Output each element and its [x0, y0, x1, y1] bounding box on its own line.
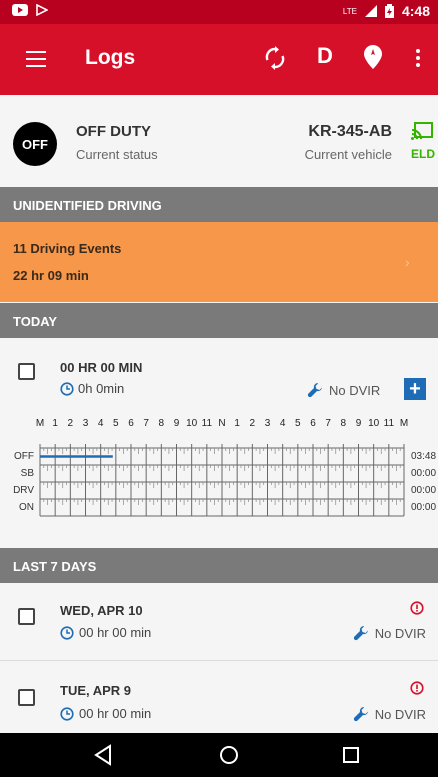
day-checkbox[interactable] — [18, 608, 35, 625]
system-nav-bar — [0, 733, 438, 777]
page-title: Logs — [85, 46, 136, 69]
wrench-icon — [307, 383, 322, 398]
chevron-right-icon: › — [405, 254, 410, 270]
wrench-icon — [353, 626, 368, 641]
recents-icon[interactable] — [341, 744, 361, 766]
play-notification-icon — [36, 4, 48, 16]
unidentified-driving-header: UNIDENTIFIED DRIVING — [0, 187, 438, 222]
wrench-icon — [353, 707, 368, 722]
day-duration: 00 hr 00 min — [79, 625, 152, 640]
violation-warning-icon[interactable] — [410, 681, 424, 695]
day-dvir-status[interactable]: No DVIR — [353, 625, 426, 641]
more-options-icon[interactable] — [416, 49, 422, 70]
day-dvir-status[interactable]: No DVIR — [353, 706, 426, 722]
violation-warning-icon[interactable] — [410, 601, 424, 615]
day-dvir-label: No DVIR — [374, 625, 426, 641]
network-lte-icon: LTE — [342, 6, 357, 16]
location-pin-icon[interactable] — [364, 45, 382, 69]
today-checkbox[interactable] — [18, 363, 35, 380]
clock-time: 4:48 — [401, 3, 430, 19]
sync-icon[interactable] — [264, 46, 286, 70]
day-date: WED, APR 10 — [60, 603, 143, 618]
current-status-label: Current status — [76, 147, 158, 162]
log-grid — [39, 444, 405, 517]
last-7-days-header: LAST 7 DAYS — [0, 548, 438, 583]
clock-icon — [60, 625, 74, 640]
hamburger-menu-icon[interactable] — [26, 51, 46, 67]
today-dvir-status[interactable]: No DVIR — [307, 382, 380, 398]
day-log-item[interactable]: WED, APR 10 00 hr 00 min No DVIR — [0, 584, 438, 660]
day-checkbox[interactable] — [18, 689, 35, 706]
today-clock-text: 0h 0min — [78, 381, 125, 396]
current-status-title: OFF DUTY — [76, 123, 151, 140]
duty-status-badge[interactable]: OFF — [13, 122, 57, 166]
day-duration: 00 hr 00 min — [79, 706, 152, 721]
current-vehicle-id[interactable]: KR-345-AB — [308, 123, 392, 141]
add-dvir-button[interactable]: + — [404, 378, 426, 400]
back-icon[interactable] — [93, 744, 113, 766]
eld-connected-icon[interactable] — [411, 122, 433, 140]
current-vehicle-label: Current vehicle — [304, 147, 392, 162]
clock-icon — [60, 381, 74, 396]
today-dvir-label: No DVIR — [329, 382, 381, 398]
duty-status-button[interactable]: D — [317, 43, 333, 69]
today-hours: 00 HR 00 MIN — [60, 360, 143, 375]
clock-icon — [60, 706, 74, 721]
current-status-panel: OFF OFF DUTY Current status KR-345-AB Cu… — [0, 95, 438, 186]
day-date: TUE, APR 9 — [60, 683, 132, 698]
system-status-bar: LTE 4:48 — [0, 0, 438, 24]
battery-icon — [384, 4, 394, 18]
home-icon[interactable] — [218, 744, 240, 766]
app-bar: Logs D — [0, 24, 438, 95]
log-graph[interactable]: M 1 2 3 4 5 6 7 8 9 10 11 N 1 2 3 4 5 6 7 8 9 10 11 M OFF SB DRV ON… — [0, 412, 438, 532]
driving-events-count: 11 Driving Events — [13, 241, 122, 256]
day-dvir-label: No DVIR — [374, 706, 426, 722]
youtube-notification-icon — [12, 4, 28, 16]
eld-label: ELD — [411, 147, 435, 161]
driving-events-duration: 22 hr 09 min — [13, 268, 89, 283]
unidentified-driving-card[interactable]: 11 Driving Events 22 hr 09 min › — [0, 222, 438, 302]
today-header: TODAY — [0, 303, 438, 338]
signal-icon — [364, 5, 377, 17]
day-log-item[interactable]: TUE, APR 9 00 hr 00 min No DVIR — [0, 661, 438, 733]
